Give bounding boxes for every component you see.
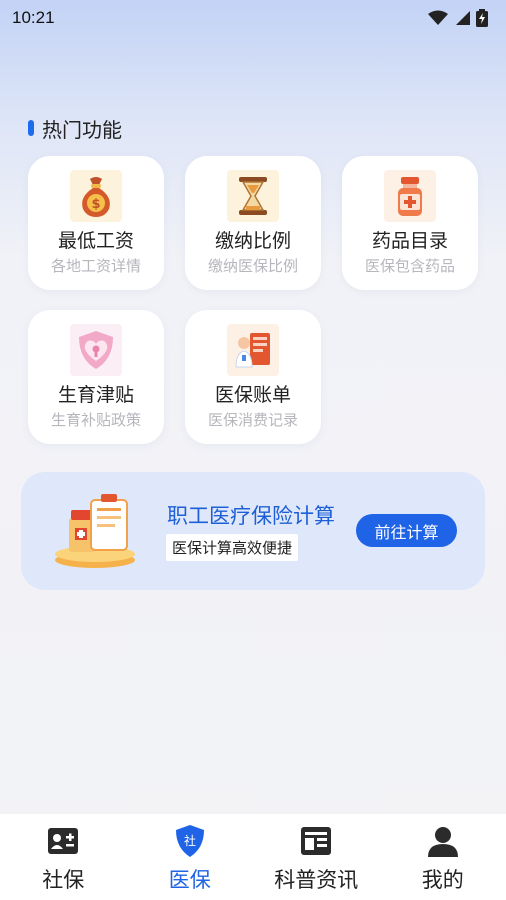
banner-subtitle: 医保计算高效便捷 [166,534,299,561]
money-bag-icon: $ [70,170,122,222]
wifi-icon [428,10,448,25]
id-card-icon [46,824,80,858]
card-subtitle: 医保消费记录 [207,411,298,429]
go-calculate-button[interactable]: 前往计算 [356,514,457,547]
card-subtitle: 生育补贴政策 [50,411,141,429]
tab-science-news[interactable]: 科普资讯 [253,814,380,900]
section-header: 热门功能 [28,114,122,142]
card-insurance-bill[interactable]: 医保账单 医保消费记录 [185,310,321,444]
user-icon [426,824,460,858]
card-title: 医保账单 [214,384,291,406]
card-minimum-wage[interactable]: $ 最低工资 各地工资详情 [28,156,164,290]
insurance-calculator-banner[interactable]: 职工医疗保险计算 医保计算高效便捷 前往计算 [21,472,485,590]
calculator-illustration [55,494,135,568]
tab-label: 科普资讯 [274,868,359,892]
card-contribution-ratio[interactable]: 缴纳比例 缴纳医保比例 [185,156,321,290]
status-bar: 10:21 [0,0,506,36]
card-drug-catalog[interactable]: 药品目录 医保包含药品 [342,156,478,290]
hourglass-icon [227,170,279,222]
heart-shield-icon [70,324,122,376]
tab-profile[interactable]: 我的 [380,814,506,900]
banner-title: 职工医疗保险计算 [167,504,335,528]
card-maternity-allowance[interactable]: 生育津贴 生育补贴政策 [28,310,164,444]
tab-label: 社保 [42,868,85,892]
doctor-bill-icon [227,324,279,376]
tab-label: 我的 [421,868,464,892]
shield-badge-text: 社 [184,833,196,848]
card-subtitle: 各地工资详情 [50,257,141,275]
svg-text:$: $ [91,197,100,212]
status-icons [428,9,488,27]
news-icon [299,824,333,858]
medicine-bottle-icon [384,170,436,222]
section-title: 热门功能 [42,117,122,142]
tab-medical-insurance[interactable]: 社 医保 [127,814,254,900]
tab-label: 医保 [168,868,211,892]
card-title: 药品目录 [371,230,448,252]
shield-icon: 社 [173,824,207,858]
card-title: 生育津贴 [57,384,134,406]
signal-icon [456,11,470,25]
card-title: 最低工资 [57,230,134,252]
card-subtitle: 医保包含药品 [364,257,455,275]
tab-social-security[interactable]: 社保 [0,814,127,900]
section-accent-bar [28,120,34,136]
card-subtitle: 缴纳医保比例 [207,257,298,275]
battery-icon [476,9,488,27]
bottom-tab-bar: 社保 社 医保 科普资讯 我的 [0,814,506,900]
card-title: 缴纳比例 [214,230,291,252]
status-time: 10:21 [12,8,55,27]
